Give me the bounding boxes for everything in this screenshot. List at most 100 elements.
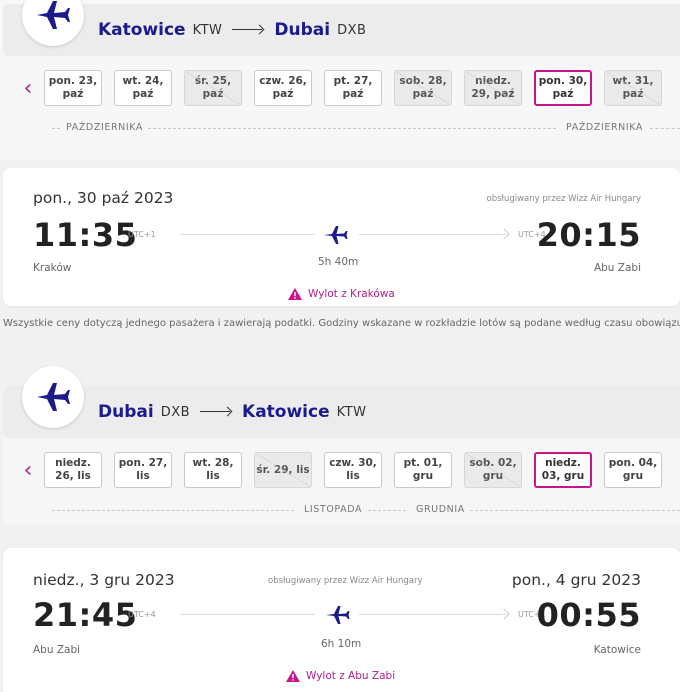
airline-logo	[22, 366, 84, 428]
route-line	[180, 614, 315, 615]
date-option-line1: pon. 23,	[48, 75, 98, 87]
divider	[148, 128, 556, 129]
date-option-line2: paź	[132, 88, 154, 100]
warning-icon	[288, 288, 302, 300]
date-option-line1: czw. 26,	[259, 75, 307, 87]
airplane-icon	[324, 226, 348, 244]
divider	[650, 128, 680, 129]
arrival-place: Katowice	[593, 644, 641, 656]
date-option-line1: śr. 25,	[194, 75, 232, 87]
date-option[interactable]: czw. 26, paź	[254, 70, 312, 106]
date-option-line1: niedz.	[55, 457, 91, 469]
date-option-line2: gru	[412, 470, 434, 482]
date-option-line1: pon. 30,	[538, 75, 588, 87]
departure-warning[interactable]: Wylot z Krakówa	[288, 288, 395, 300]
date-option-line2: 29, paź	[471, 88, 515, 100]
date-option[interactable]: pt. 01, gru	[394, 452, 452, 488]
divider	[52, 128, 60, 129]
date-option[interactable]: niedz. 26, lis	[44, 452, 102, 488]
origin-code: DXB	[160, 404, 191, 420]
arrival-time: 20:15	[536, 216, 641, 254]
date-option-line2: lis	[346, 470, 360, 482]
route-line	[359, 614, 507, 615]
date-option-line1: sob. 28,	[399, 75, 447, 87]
airplane-icon	[326, 606, 350, 624]
divider	[52, 510, 294, 511]
price-disclaimer: Wszystkie ceny dotyczą jednego pasażera …	[3, 318, 680, 329]
return-flight-card[interactable]: niedz., 3 gru 2023 obsługiwany przez Wiz…	[3, 548, 680, 692]
departure-warning[interactable]: Wylot z Abu Zabi	[286, 670, 395, 682]
airplane-logo-icon	[37, 383, 70, 411]
flight-duration: 5h 40m	[318, 256, 359, 268]
origin-city: Katowice	[98, 20, 186, 40]
outbound-flight-card[interactable]: pon., 30 paź 2023 obsługiwany przez Wizz…	[3, 168, 680, 306]
date-option-line2: paź	[272, 88, 294, 100]
departure-time: 11:35	[33, 216, 138, 254]
flight-date: niedz., 3 gru 2023	[33, 571, 175, 589]
date-option[interactable]: pon. 04, gru	[604, 452, 662, 488]
date-option-line1: niedz.	[545, 457, 581, 469]
flight-duration: 6h 10m	[321, 638, 362, 650]
date-option: śr. 25, paź	[184, 70, 242, 106]
destination-code: KTW	[336, 404, 367, 420]
date-option-line1: pon. 27,	[118, 457, 168, 469]
airplane-logo-icon	[37, 1, 70, 29]
date-option[interactable]: pon. 23, paź	[44, 70, 102, 106]
date-option-line1: pt. 01,	[403, 457, 443, 469]
destination-code: DXB	[337, 22, 367, 38]
warning-icon	[286, 670, 300, 682]
date-option[interactable]: wt. 28, lis	[184, 452, 242, 488]
date-option[interactable]: pt. 27, paź	[324, 70, 382, 106]
date-option-line2: paź	[552, 88, 574, 100]
route-line	[359, 234, 507, 235]
prev-dates-chevron-icon[interactable]: ‹	[17, 74, 39, 104]
departure-timezone: UTC+1	[128, 230, 156, 239]
divider	[368, 510, 406, 511]
date-option[interactable]: niedz. 03, gru	[534, 452, 592, 488]
date-option-line2: lis	[136, 470, 150, 482]
departure-time: 21:45	[33, 596, 138, 634]
date-option-line2: 26, lis	[55, 470, 91, 482]
date-option: sob. 02, gru	[464, 452, 522, 488]
route-line	[180, 234, 315, 235]
operator-label: obsługiwany przez Wizz Air Hungary	[268, 576, 423, 586]
arrival-time: 00:55	[536, 596, 641, 634]
date-option-line2: paź	[622, 88, 644, 100]
return-route: Dubai DXB Katowice KTW	[98, 402, 366, 422]
origin-city: Dubai	[98, 402, 154, 422]
date-option-line2: paź	[342, 88, 364, 100]
date-option[interactable]: pon. 27, lis	[114, 452, 172, 488]
departure-place: Kraków	[33, 262, 72, 274]
route-arrow-icon	[200, 407, 232, 417]
date-option-line1: czw. 30,	[329, 457, 377, 469]
date-option-line1: wt. 28,	[192, 457, 234, 469]
date-option-line2: paź	[202, 88, 224, 100]
date-option-line1: wt. 24,	[122, 75, 164, 87]
date-option: sob. 28, paź	[394, 70, 452, 106]
month-label-left: LISTOPADA	[304, 504, 363, 515]
date-option-line1: wt. 31,	[612, 75, 654, 87]
month-label-right: PAŹDZIERNIKA	[566, 122, 644, 133]
date-option-line2: 03, gru	[541, 470, 585, 482]
date-option: niedz. 29, paź	[464, 70, 522, 106]
warning-text: Wylot z Krakówa	[308, 288, 395, 300]
date-option-line2: gru	[622, 470, 644, 482]
departure-timezone: UTC+4	[128, 610, 156, 619]
prev-dates-chevron-icon[interactable]: ‹	[17, 456, 39, 486]
date-option[interactable]: wt. 24, paź	[114, 70, 172, 106]
date-option-line2: lis	[206, 470, 220, 482]
outbound-route: Katowice KTW Dubai DXB	[98, 20, 366, 40]
date-option-line1: śr. 29, lis	[256, 463, 310, 476]
date-option[interactable]: pon. 30, paź	[534, 70, 592, 106]
destination-city: Dubai	[274, 20, 331, 40]
departure-place: Abu Zabi	[33, 644, 81, 656]
date-option-line1: pt. 27,	[333, 75, 373, 87]
route-arrow-icon	[232, 25, 264, 35]
date-option-line1: niedz.	[475, 75, 511, 87]
date-option[interactable]: czw. 30, lis	[324, 452, 382, 488]
arrival-place: Abu Zabi	[593, 262, 641, 274]
flight-date: pon., 30 paź 2023	[33, 189, 174, 207]
divider	[470, 510, 680, 511]
arrival-date: pon., 4 gru 2023	[511, 571, 641, 589]
date-option-line1: pon. 04,	[608, 457, 658, 469]
